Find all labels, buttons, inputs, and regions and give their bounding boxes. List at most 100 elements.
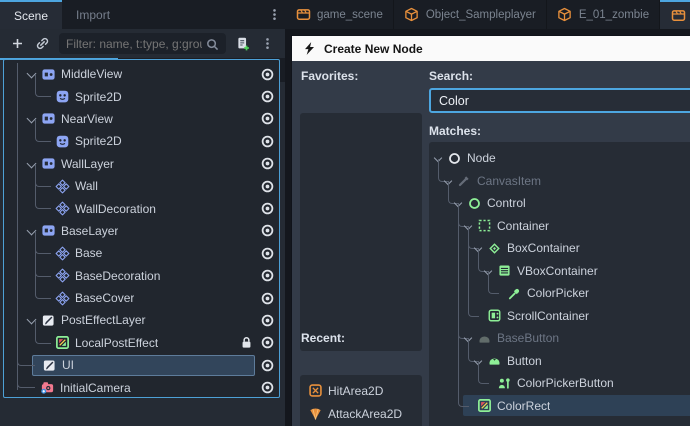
search-input[interactable] [429,88,690,113]
scene-tab[interactable]: Object_Sampleplayer [394,0,547,29]
scene-2d-icon [670,8,686,24]
visibility-toggle[interactable] [255,268,279,284]
recent-item-name: AttackArea2D [328,407,402,421]
visibility-toggle[interactable] [255,111,279,127]
match-row[interactable]: BoxContainer [429,237,690,260]
tree-row-content: Wall [16,176,255,197]
scene-tree-panel[interactable]: MiddleViewSprite2DNearViewSprite2DWallLa… [3,59,280,398]
eye-icon [259,223,275,239]
tree-menu-button[interactable] [255,32,280,55]
tree-connector [35,276,51,299]
tree-row-content: WallDecoration [16,198,255,219]
plus-icon [10,36,26,52]
visibility-toggle[interactable] [255,380,279,396]
color-rect-icon [54,335,70,351]
tree-connector [35,254,51,277]
recent-panel[interactable]: HitArea2DAttackArea2DAnimatedSp... [300,375,422,426]
filter-input[interactable] [59,33,226,54]
visibility-toggle[interactable] [255,223,279,239]
favorites-panel[interactable] [300,113,422,351]
scene-tree-row[interactable]: Sprite2D [4,85,279,107]
match-row[interactable]: Node [429,147,690,170]
visibility-toggle[interactable] [255,335,279,351]
script-add-icon [235,36,251,52]
dots-icon [266,7,282,23]
scene-tree-row[interactable]: LocalPostEffect [4,332,279,354]
tilemap-layer-icon [54,268,70,284]
visibility-toggle[interactable] [255,290,279,306]
eye-icon [259,156,275,172]
recent-item[interactable]: HitArea2D [300,379,422,402]
scene-tree-row[interactable]: BaseCover [4,287,279,309]
match-row[interactable]: Button [429,350,690,373]
matches-panel[interactable]: NodeCanvasItemControlContainerBoxContain… [429,142,690,426]
node-name: MiddleView [61,67,122,81]
eye-icon [259,111,275,127]
attach-script-button[interactable] [230,32,255,55]
tree-line [458,237,459,260]
match-row[interactable]: ColorRect [429,395,690,418]
scene-tree-row[interactable]: UI [4,354,279,376]
camera-custom-icon [39,380,55,396]
tree-row-content: BaseDecoration [16,265,255,286]
eye-icon [259,357,275,373]
tree-row-content: WallLayer [16,153,255,174]
tree-line [458,260,459,283]
scene-tab[interactable]: E_01_zombie [547,0,660,29]
tilemap-layer-icon [54,178,70,194]
match-row[interactable]: VBoxContainer [429,260,690,283]
node-name: LocalPostEffect [75,336,158,350]
search-label: Search: [429,69,473,83]
dots-icon [260,36,276,52]
recent-item[interactable]: AttackArea2D [300,402,422,425]
link-icon [35,36,51,52]
tree-row-content: PostEffectLayer [16,310,255,331]
tree-connector [35,186,51,209]
tab-import[interactable]: Import [62,0,124,29]
scene-dock: Scene Import MiddleView Sprite2D NearView S… [0,0,285,426]
dock-menu-button[interactable] [263,0,285,29]
scene-tree-row[interactable]: Sprite2D [4,130,279,152]
scene-tab-label: game_scene [317,9,383,21]
godot-editor: Scene Import MiddleView Sprite2D NearView S… [0,0,690,426]
color-rect-icon [476,398,492,414]
node-name: NearView [61,112,113,126]
match-name: ColorRect [497,399,550,413]
visibility-toggle[interactable] [255,178,279,194]
match-name: VBoxContainer [517,264,598,278]
visibility-toggle[interactable] [255,312,279,328]
scene-tab[interactable]: [unsaved] [660,0,690,29]
tree-connector [478,361,489,384]
match-row[interactable]: CanvasItem [429,170,690,193]
visibility-toggle[interactable] [255,89,279,105]
visibility-toggle[interactable] [255,66,279,82]
visibility-toggle[interactable] [255,245,279,261]
area2d-attack-icon [307,406,323,422]
visibility-toggle[interactable] [255,201,279,217]
visibility-toggle[interactable] [255,357,279,373]
add-node-button[interactable] [5,32,30,55]
visibility-toggle[interactable] [255,156,279,172]
scene-tab[interactable]: game_scene [285,0,394,29]
scene-3d-icon [557,7,573,23]
dialog-title-bar[interactable]: Create New Node [292,36,690,61]
scene-tree-row[interactable]: WallDecoration [4,197,279,219]
tree-connector [35,119,51,142]
color-picker-button-icon [496,375,512,391]
eye-icon [259,89,275,105]
match-row-content: CanvasItem [433,170,690,191]
node-name: WallDecoration [75,202,156,216]
tree-row-content: Base [16,243,255,264]
match-name: CanvasItem [477,174,541,188]
tab-scene[interactable]: Scene [0,0,62,29]
match-name: Node [467,151,496,165]
node-name: Sprite2D [75,90,122,104]
visibility-toggle[interactable] [255,133,279,149]
scene-tree-row[interactable]: InitialCamera [4,376,279,398]
dock-tab-bar: Scene Import [0,0,285,29]
tree-row-content: MiddleView [16,64,255,85]
eye-icon [259,312,275,328]
sprite2d-icon [54,89,70,105]
instance-scene-button[interactable] [30,32,55,55]
node-name: BaseCover [75,291,134,305]
